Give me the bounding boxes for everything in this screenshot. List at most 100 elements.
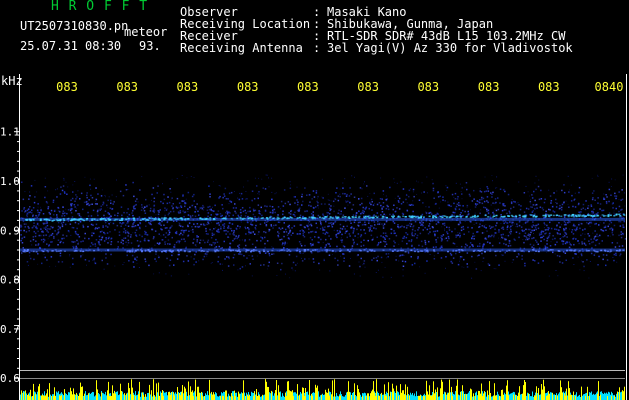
- noise-dot: [238, 244, 241, 246]
- noise-dot: [105, 237, 107, 239]
- noise-dot: [53, 210, 56, 212]
- noise-dot: [97, 214, 99, 217]
- noise-dot: [452, 211, 454, 214]
- antenna-value: 3el Yagi(V) Az 330 for Vladivostok: [327, 41, 573, 55]
- noise-dot: [95, 200, 97, 202]
- carrier-dot: [127, 217, 130, 220]
- noise-dot: [210, 208, 212, 211]
- noise-dot: [281, 238, 283, 241]
- carrier-dot: [67, 218, 70, 220]
- noise-dot: [148, 204, 150, 206]
- noise-dot: [77, 233, 79, 236]
- carrier-dot: [593, 249, 595, 252]
- amplitude-bar-cyan: [416, 391, 417, 400]
- amplitude-bar-cyan: [583, 394, 584, 400]
- carrier-dot: [35, 251, 38, 253]
- noise-dot: [548, 189, 550, 191]
- noise-dot: [22, 198, 25, 201]
- amplitude-bar-yellow: [370, 393, 371, 400]
- noise-dot: [72, 184, 74, 186]
- noise-dot: [151, 199, 152, 201]
- noise-dot: [394, 197, 396, 199]
- amplitude-bar-yellow: [132, 387, 133, 400]
- noise-dot: [498, 237, 499, 239]
- amplitude-bar-yellow: [225, 390, 226, 400]
- noise-dot: [488, 264, 491, 266]
- noise-dot: [32, 226, 34, 229]
- noise-dot: [380, 256, 383, 259]
- noise-dot: [146, 205, 148, 208]
- noise-dot: [277, 206, 280, 208]
- noise-dot: [175, 232, 178, 235]
- amplitude-bar-yellow: [302, 387, 303, 400]
- noise-dot: [231, 200, 232, 202]
- noise-dot: [498, 264, 500, 266]
- noise-dot: [238, 253, 240, 255]
- noise-dot: [352, 214, 355, 216]
- amplitude-bar-cyan: [37, 391, 38, 400]
- timestamp-text: 25.07.31 08:30: [20, 39, 122, 53]
- amplitude-bar-cyan: [469, 391, 470, 400]
- noise-dot: [460, 226, 463, 229]
- noise-dot: [565, 241, 568, 243]
- noise-dot: [458, 232, 461, 234]
- noise-dot: [540, 240, 542, 242]
- noise-dot: [207, 233, 209, 235]
- amplitude-bar-cyan: [203, 396, 204, 400]
- amplitude-bar-yellow: [440, 388, 441, 400]
- noise-dot: [504, 221, 507, 223]
- noise-dot: [548, 208, 550, 211]
- amplitude-bar-yellow: [190, 386, 191, 400]
- noise-dot: [285, 273, 286, 275]
- noise-dot: [359, 265, 361, 268]
- noise-dot: [360, 241, 362, 243]
- noise-dot: [495, 224, 497, 227]
- noise-dot: [267, 265, 270, 267]
- noise-dot: [131, 254, 134, 257]
- noise-dot: [534, 213, 536, 215]
- noise-dot: [353, 230, 355, 232]
- noise-dot: [170, 199, 172, 201]
- noise-dot: [199, 207, 202, 209]
- carrier-dot: [409, 216, 412, 219]
- x-tick-label: 083: [478, 80, 500, 94]
- carrier-dot: [381, 215, 384, 217]
- noise-dot: [398, 197, 401, 200]
- noise-dot: [436, 230, 439, 232]
- amplitude-bar-cyan: [50, 394, 51, 400]
- noise-dot: [64, 212, 66, 214]
- amplitude-bar-cyan: [26, 393, 27, 400]
- noise-dot: [149, 207, 152, 210]
- amplitude-bar-cyan: [477, 395, 478, 400]
- noise-dot: [140, 209, 143, 211]
- noise-dot: [258, 231, 260, 233]
- noise-dot: [184, 211, 187, 213]
- amplitude-bar-yellow: [400, 384, 401, 400]
- noise-dot: [94, 228, 96, 230]
- noise-dot: [37, 230, 39, 233]
- noise-dot: [344, 232, 347, 234]
- noise-dot: [158, 211, 160, 213]
- carrier-dot: [564, 214, 567, 216]
- noise-dot: [602, 258, 604, 261]
- noise-dot: [399, 226, 402, 228]
- logo-text: H R O F F T: [51, 0, 149, 14]
- amplitude-bar-yellow: [143, 394, 144, 400]
- noise-dot: [572, 257, 574, 259]
- noise-dot: [188, 230, 190, 232]
- noise-dot: [411, 228, 414, 231]
- noise-dot: [114, 214, 116, 216]
- noise-dot: [130, 242, 133, 244]
- noise-dot: [283, 243, 285, 244]
- noise-dot: [136, 256, 138, 258]
- noise-dot: [127, 242, 130, 244]
- noise-dot: [214, 204, 216, 207]
- noise-dot: [572, 233, 575, 235]
- noise-dot: [122, 194, 125, 197]
- noise-dot: [481, 198, 483, 201]
- noise-dot: [108, 236, 110, 239]
- noise-dot: [285, 228, 287, 231]
- noise-dot: [57, 221, 60, 224]
- noise-dot: [310, 224, 313, 227]
- noise-dot: [237, 225, 239, 227]
